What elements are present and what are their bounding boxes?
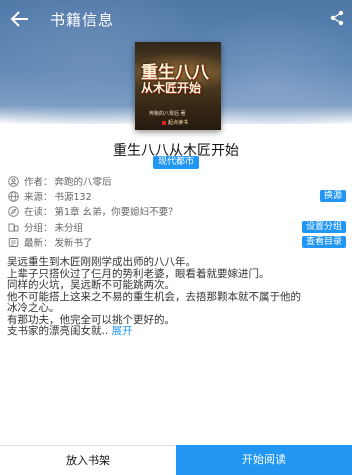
view-catalog-button[interactable]: 查看目录 bbox=[301, 236, 346, 248]
source-value: 书源132 bbox=[54, 192, 92, 203]
info-row-source: 来源： 书源132 bbox=[8, 189, 92, 203]
start-reading-button[interactable]: 开始阅读 bbox=[176, 445, 352, 475]
toolbar: 书籍信息 bbox=[0, 0, 352, 40]
book-cover[interactable]: 重生八八 从木匠开始 奔跑的八零后 著 起点读书 bbox=[135, 42, 221, 130]
cover-author: 奔跑的八零后 著 bbox=[149, 111, 186, 117]
cover-publisher: 起点读书 bbox=[162, 119, 188, 126]
category-badge: 现代都市 bbox=[153, 156, 199, 169]
expand-link[interactable]: 展开 bbox=[112, 325, 133, 337]
info-row-group: 分组： 未分组 bbox=[8, 220, 83, 234]
cover-publisher-name: 起点读书 bbox=[168, 120, 189, 126]
add-to-shelf-button[interactable]: 放入书架 bbox=[0, 445, 176, 475]
page-title: 书籍信息 bbox=[50, 11, 115, 29]
description-line: 冰冷之心。 bbox=[7, 302, 60, 314]
latest-label: 最新： bbox=[24, 238, 53, 249]
description-line: 支书家的漂亮闺女就.. bbox=[7, 325, 109, 337]
compass-icon bbox=[8, 205, 19, 217]
arrow-left-icon[interactable] bbox=[8, 8, 32, 30]
publisher-logo-icon bbox=[162, 120, 166, 125]
source-label: 来源： bbox=[24, 192, 53, 203]
chapter-icon bbox=[8, 237, 19, 247]
person-icon bbox=[8, 175, 19, 187]
bottom-action-bar: 放入书架 开始阅读 bbox=[0, 445, 352, 475]
share-icon[interactable] bbox=[330, 10, 344, 26]
description-line: 同样的火坑，吴远断不可能跳两次。 bbox=[7, 279, 175, 291]
info-row-author: 作者： 奔跑的八零后 bbox=[8, 174, 112, 188]
set-group-button[interactable]: 设置分组 bbox=[301, 221, 346, 233]
author-label: 作者： bbox=[24, 177, 53, 188]
cover-title-line2: 从木匠开始 bbox=[141, 81, 202, 95]
change-source-button[interactable]: 换源 bbox=[319, 190, 346, 202]
reading-value[interactable]: 第1章 幺弟，你要媳妇不要？ bbox=[55, 204, 178, 218]
group-icon bbox=[8, 223, 19, 231]
description-line: 吴远重生到木匠刚刚学成出师的八八年。 bbox=[7, 256, 196, 268]
info-row-reading: 在读： 第1章 幺弟，你要媳妇不要？ bbox=[8, 204, 178, 218]
author-value[interactable]: 奔跑的八零后 bbox=[55, 174, 112, 188]
latest-value[interactable]: 发新书了 bbox=[55, 235, 93, 249]
reading-label: 在读： bbox=[24, 207, 53, 218]
book-description: 吴远重生到木匠刚刚学成出师的八八年。 上辈子只搭伙过了仨月的势利老婆，眼看着就要… bbox=[7, 256, 347, 338]
info-row-latest: 最新： 发新书了 bbox=[8, 235, 93, 249]
globe-icon bbox=[8, 190, 19, 202]
description-last-line: 支书家的漂亮闺女就.. 展开 bbox=[7, 325, 347, 338]
group-label: 分组： bbox=[24, 223, 53, 234]
group-value: 未分组 bbox=[54, 223, 84, 234]
